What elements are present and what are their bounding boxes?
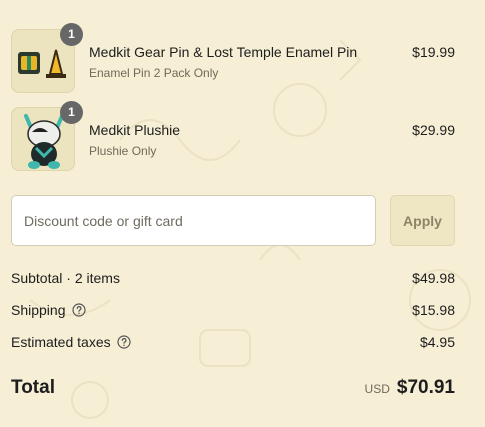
total-amount: USD $70.91 [365, 377, 455, 399]
quantity-badge: 1 [60, 23, 83, 46]
taxes-label: Estimated taxes [11, 334, 111, 350]
total-currency: USD [364, 382, 390, 396]
product-title: Medkit Gear Pin & Lost Temple Enamel Pin [89, 44, 358, 60]
taxes-value: $4.95 [419, 334, 455, 350]
help-icon[interactable] [71, 303, 86, 317]
total-value: $70.91 [396, 377, 455, 398]
shipping-row: Shipping $15.98 [11, 302, 455, 322]
shipping-label: Shipping [11, 302, 66, 318]
subtotal-value: $49.98 [412, 270, 455, 286]
help-icon[interactable] [117, 335, 131, 349]
product-variant: Plushie Only [89, 144, 157, 158]
subtotal-label: Subtotal · 2 items [11, 270, 120, 286]
subtotal-row: Subtotal · 2 items $49.98 [11, 270, 455, 290]
shipping-value: $15.98 [412, 302, 455, 318]
product-price: $19.99 [412, 44, 455, 60]
product-title: Medkit Plushie [89, 122, 181, 138]
cart-line-item: 1 Medkit Gear Pin & Lost Temple Enamel P… [11, 23, 455, 93]
order-summary: 1 Medkit Gear Pin & Lost Temple Enamel P… [0, 0, 485, 427]
discount-code-input[interactable] [11, 195, 376, 246]
apply-discount-button[interactable]: Apply [390, 195, 455, 246]
product-variant: Enamel Pin 2 Pack Only [89, 66, 219, 80]
cart-line-item: 1 Medkit Plushie Plushie Only $29.99 [11, 101, 455, 171]
product-image-pins: 1 [11, 23, 83, 93]
product-image-plushie: 1 [11, 101, 83, 171]
total-label: Total [11, 377, 55, 398]
quantity-badge: 1 [60, 101, 83, 124]
taxes-row: Estimated taxes $4.95 [11, 334, 455, 354]
product-price: $29.99 [412, 122, 455, 138]
